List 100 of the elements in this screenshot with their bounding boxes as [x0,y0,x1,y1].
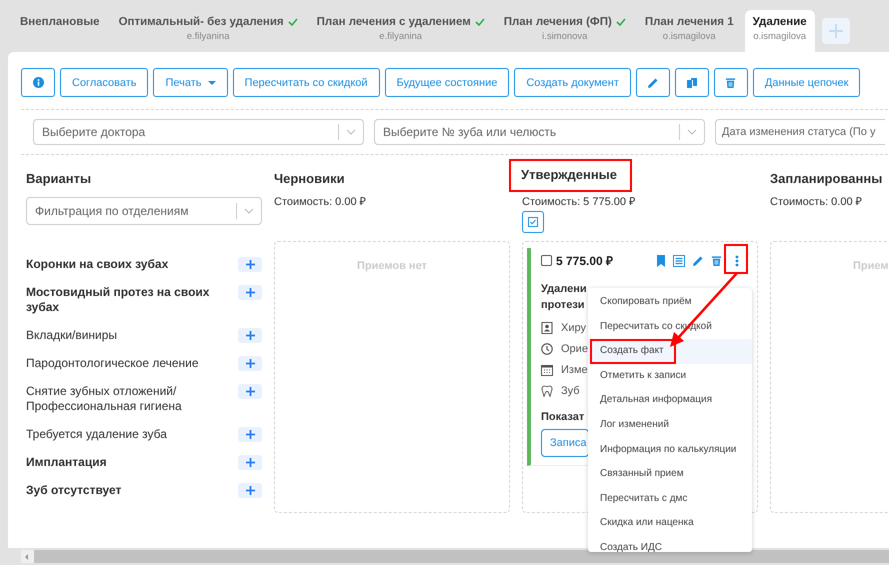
plus-icon [246,288,254,297]
clock-icon [541,343,553,355]
plus-icon [246,331,254,340]
price-label: 5 775.00 ₽ [556,253,614,269]
menu-item[interactable]: Создать факт [588,339,752,364]
menu-item[interactable]: Лог изменений [588,412,752,438]
plus-icon [246,486,254,495]
add-button[interactable] [238,455,262,470]
tab-label: План лечения (ФП) [504,16,612,28]
show-label: Показат [541,411,584,423]
chevron-icon [244,208,254,214]
add-button[interactable] [238,257,262,272]
menu-item[interactable]: Детальная информация [588,388,752,413]
menu-item[interactable]: Создать ИДС [588,536,752,552]
plus-icon [246,359,254,368]
menu-item[interactable]: Скидка или наценка [588,511,752,536]
add-button[interactable] [238,356,262,371]
toolbar-button[interactable]: Данные цепочек [752,68,860,97]
calendar-icon [541,364,553,376]
plus-icon [246,430,254,439]
add-button[interactable] [238,384,262,399]
tab[interactable]: Оптимальный- без удаления e.filyanina [110,10,306,46]
card-detail: Изме [561,364,588,376]
list-icon[interactable] [673,254,685,266]
tab-label: Внеплановые [20,16,100,28]
add-button[interactable] [238,427,262,442]
card-title: Удалени [541,282,587,297]
trash-button[interactable] [714,68,748,97]
variant-label: Имплантация [26,455,108,470]
plus-icon [246,458,254,467]
variant-label: Мостовидный протез на своих зубах [26,285,210,315]
variant-label: Коронки на своих зубах [26,257,170,272]
chevron-icon [687,129,697,135]
toolbar-button[interactable]: Пересчитать со скидкой [232,68,380,97]
variant-label: Вкладки/виниры [26,328,118,343]
tooth-icon [541,385,553,397]
variant-label: Зуб отсутствует [26,483,122,498]
tab-label: План лечения 1 [644,16,734,28]
card-detail: Зуб [561,385,580,397]
select-field[interactable]: Дата изменения статуса (По у [715,119,885,145]
tab-label: План лечения с удалением [316,16,471,28]
menu-item[interactable]: Связанный прием [588,462,752,487]
variant-label: Снятие зубных отложений/ Профессиональная гигиена [26,384,183,414]
select-field[interactable]: Выберите доктора [33,119,364,145]
toolbar-button[interactable]: Будущее состояние [384,68,510,97]
record-button[interactable]: Записа [541,429,590,457]
add-button[interactable] [238,328,262,343]
variant-label: Требуется удаление зуба [26,427,168,442]
variant-label: Пародонтологическое лечение [26,356,200,371]
card-detail: Орие [561,343,588,355]
card-title: протези [541,298,585,313]
print-dropdown-button[interactable]: Печать [153,68,228,97]
trash-icon[interactable] [711,254,722,266]
tab[interactable]: Удаление o.ismagilova [744,10,815,52]
highlight-frame [724,244,748,274]
pencil-icon [646,76,659,88]
tab-user: e.filyanina [186,31,230,42]
checkbox-icon [528,217,538,227]
column-title: Запланированны [770,170,884,188]
tab-user: o.ismagilova [662,31,717,42]
cost-label: Стоимость: 5 775.00 ₽ [522,195,636,207]
badge-icon [541,322,553,334]
copy-icon [686,76,698,88]
plus-icon [828,24,843,38]
menu-item[interactable]: Отметить к записи [588,364,752,388]
tab[interactable]: План лечения (ФП) i.simonova [496,10,634,46]
tab-user: e.filyanina [378,31,424,42]
tab[interactable]: Внеплановые [12,10,108,46]
checkbox[interactable] [541,255,552,266]
tab-label: Оптимальный- без удаления [118,16,284,28]
caret-icon [208,80,216,84]
pencil-icon[interactable] [692,254,704,266]
tab[interactable]: План лечения 1 o.ismagilova [636,10,742,46]
column-title: Утвержденные [509,159,632,192]
info-icon [32,77,44,88]
info-button[interactable] [21,68,55,97]
toolbar-button[interactable]: Согласовать [60,68,148,97]
horizontal-scrollbar[interactable] [21,550,889,563]
select-field[interactable]: Выберите № зуба или челюсть [374,119,705,145]
menu-item[interactable]: Пересчитать с дмс [588,486,752,512]
add-button[interactable] [238,285,262,300]
trash-icon [725,76,736,88]
pencil-button[interactable] [636,68,670,97]
copy-button[interactable] [674,68,709,97]
menu-item[interactable]: Информация по калькуляции [588,438,752,462]
bookmark-icon[interactable] [656,254,666,266]
add-button[interactable] [238,483,262,498]
plus-icon [246,260,254,269]
chevron-icon [346,129,356,135]
menu-item[interactable]: Скопировать приём [588,290,752,315]
tab[interactable]: План лечения с удалением e.filyanina [308,10,493,46]
column-title: Варианты [26,170,92,188]
tab-user: o.ismagilova [752,31,807,42]
select-field[interactable]: Фильтрация по отделениям [26,197,262,225]
column-title: Черновики [274,170,346,188]
cost-label: Стоимость: 0.00 ₽ [274,195,367,207]
plus-icon [246,387,254,396]
toolbar-button[interactable]: Создать документ [514,68,631,97]
select-all-button[interactable] [522,211,544,233]
more-icon[interactable] [735,254,739,266]
